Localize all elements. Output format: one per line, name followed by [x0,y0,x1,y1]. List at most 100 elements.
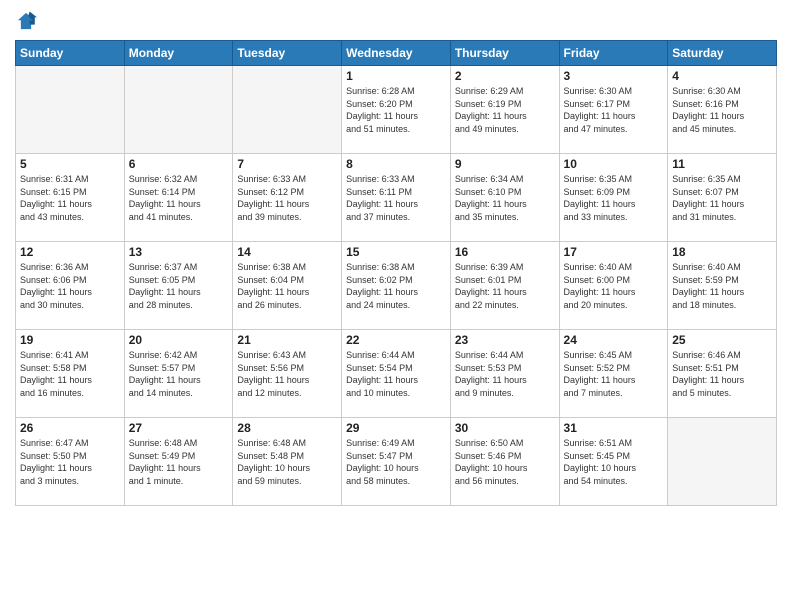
day-info: Sunrise: 6:37 AM Sunset: 6:05 PM Dayligh… [129,261,229,311]
day-number: 23 [455,333,555,347]
day-number: 3 [564,69,664,83]
day-info: Sunrise: 6:43 AM Sunset: 5:56 PM Dayligh… [237,349,337,399]
day-cell: 22 Sunrise: 6:44 AM Sunset: 5:54 PM Dayli… [342,330,451,418]
day-number: 28 [237,421,337,435]
day-cell: 31 Sunrise: 6:51 AM Sunset: 5:45 PM Dayli… [559,418,668,506]
day-number: 7 [237,157,337,171]
day-cell: 10 Sunrise: 6:35 AM Sunset: 6:09 PM Dayli… [559,154,668,242]
day-cell: 7 Sunrise: 6:33 AM Sunset: 6:12 PM Daylig… [233,154,342,242]
day-number: 31 [564,421,664,435]
day-info: Sunrise: 6:51 AM Sunset: 5:45 PM Dayligh… [564,437,664,487]
day-info: Sunrise: 6:50 AM Sunset: 5:46 PM Dayligh… [455,437,555,487]
logo [15,10,40,32]
day-cell [668,418,777,506]
day-cell: 18Sunrise: 6:40 AM Sunset: 5:59 PM Dayli… [668,242,777,330]
day-info: Sunrise: 6:38 AM Sunset: 6:02 PM Dayligh… [346,261,446,311]
week-row-5: 26 Sunrise: 6:47 AM Sunset: 5:50 PM Dayli… [16,418,777,506]
day-info: Sunrise: 6:49 AM Sunset: 5:47 PM Dayligh… [346,437,446,487]
header [15,10,777,32]
day-info: Sunrise: 6:48 AM Sunset: 5:48 PM Dayligh… [237,437,337,487]
week-row-3: 12 Sunrise: 6:36 AM Sunset: 6:06 PM Dayli… [16,242,777,330]
day-info: Sunrise: 6:40 AM Sunset: 5:59 PM Dayligh… [672,261,772,311]
day-cell: 17 Sunrise: 6:40 AM Sunset: 6:00 PM Dayli… [559,242,668,330]
day-info: Sunrise: 6:30 AM Sunset: 6:17 PM Dayligh… [564,85,664,135]
day-cell: 14Sunrise: 6:38 AM Sunset: 6:04 PM Dayli… [233,242,342,330]
day-cell: 27 Sunrise: 6:48 AM Sunset: 5:49 PM Dayli… [124,418,233,506]
day-number: 22 [346,333,446,347]
day-number: 26 [20,421,120,435]
day-number: 25 [672,333,772,347]
day-cell: 24Sunrise: 6:45 AM Sunset: 5:52 PM Dayli… [559,330,668,418]
day-info: Sunrise: 6:42 AM Sunset: 5:57 PM Dayligh… [129,349,229,399]
weekday-header-row: SundayMondayTuesdayWednesdayThursdayFrid… [16,41,777,66]
day-number: 9 [455,157,555,171]
day-cell: 19 Sunrise: 6:41 AM Sunset: 5:58 PM Dayli… [16,330,125,418]
page: SundayMondayTuesdayWednesdayThursdayFrid… [0,0,792,612]
day-number: 2 [455,69,555,83]
day-cell: 1 Sunrise: 6:28 AM Sunset: 6:20 PM Daylig… [342,66,451,154]
weekday-friday: Friday [559,41,668,66]
day-cell: 8 Sunrise: 6:33 AM Sunset: 6:11 PM Daylig… [342,154,451,242]
day-cell: 13 Sunrise: 6:37 AM Sunset: 6:05 PM Dayli… [124,242,233,330]
day-info: Sunrise: 6:39 AM Sunset: 6:01 PM Dayligh… [455,261,555,311]
weekday-sunday: Sunday [16,41,125,66]
day-info: Sunrise: 6:36 AM Sunset: 6:06 PM Dayligh… [20,261,120,311]
day-number: 8 [346,157,446,171]
day-number: 6 [129,157,229,171]
day-number: 27 [129,421,229,435]
day-info: Sunrise: 6:31 AM Sunset: 6:15 PM Dayligh… [20,173,120,223]
weekday-wednesday: Wednesday [342,41,451,66]
day-number: 24 [564,333,664,347]
day-number: 10 [564,157,664,171]
day-info: Sunrise: 6:44 AM Sunset: 5:54 PM Dayligh… [346,349,446,399]
day-cell: 25 Sunrise: 6:46 AM Sunset: 5:51 PM Dayli… [668,330,777,418]
day-info: Sunrise: 6:44 AM Sunset: 5:53 PM Dayligh… [455,349,555,399]
day-number: 15 [346,245,446,259]
day-cell: 20Sunrise: 6:42 AM Sunset: 5:57 PM Dayli… [124,330,233,418]
day-number: 30 [455,421,555,435]
day-cell: 5Sunrise: 6:31 AM Sunset: 6:15 PM Daylig… [16,154,125,242]
day-number: 13 [129,245,229,259]
day-number: 17 [564,245,664,259]
day-cell: 30 Sunrise: 6:50 AM Sunset: 5:46 PM Dayli… [450,418,559,506]
day-info: Sunrise: 6:28 AM Sunset: 6:20 PM Dayligh… [346,85,446,135]
day-number: 12 [20,245,120,259]
day-info: Sunrise: 6:41 AM Sunset: 5:58 PM Dayligh… [20,349,120,399]
day-number: 1 [346,69,446,83]
day-cell [16,66,125,154]
day-info: Sunrise: 6:35 AM Sunset: 6:09 PM Dayligh… [564,173,664,223]
day-cell [233,66,342,154]
day-cell: 9 Sunrise: 6:34 AM Sunset: 6:10 PM Daylig… [450,154,559,242]
day-cell: 3 Sunrise: 6:30 AM Sunset: 6:17 PM Daylig… [559,66,668,154]
day-cell: 21Sunrise: 6:43 AM Sunset: 5:56 PM Dayli… [233,330,342,418]
day-number: 11 [672,157,772,171]
day-cell: 28 Sunrise: 6:48 AM Sunset: 5:48 PM Dayli… [233,418,342,506]
day-cell: 15 Sunrise: 6:38 AM Sunset: 6:02 PM Dayli… [342,242,451,330]
day-number: 19 [20,333,120,347]
day-info: Sunrise: 6:33 AM Sunset: 6:11 PM Dayligh… [346,173,446,223]
day-cell: 26 Sunrise: 6:47 AM Sunset: 5:50 PM Dayli… [16,418,125,506]
day-cell: 12 Sunrise: 6:36 AM Sunset: 6:06 PM Dayli… [16,242,125,330]
weekday-monday: Monday [124,41,233,66]
day-info: Sunrise: 6:48 AM Sunset: 5:49 PM Dayligh… [129,437,229,487]
day-cell: 4 Sunrise: 6:30 AM Sunset: 6:16 PM Daylig… [668,66,777,154]
day-info: Sunrise: 6:40 AM Sunset: 6:00 PM Dayligh… [564,261,664,311]
day-cell: 2Sunrise: 6:29 AM Sunset: 6:19 PM Daylig… [450,66,559,154]
week-row-1: 1 Sunrise: 6:28 AM Sunset: 6:20 PM Daylig… [16,66,777,154]
weekday-tuesday: Tuesday [233,41,342,66]
day-info: Sunrise: 6:30 AM Sunset: 6:16 PM Dayligh… [672,85,772,135]
day-cell [124,66,233,154]
day-info: Sunrise: 6:35 AM Sunset: 6:07 PM Dayligh… [672,173,772,223]
calendar: SundayMondayTuesdayWednesdayThursdayFrid… [15,40,777,506]
day-cell: 16Sunrise: 6:39 AM Sunset: 6:01 PM Dayli… [450,242,559,330]
day-number: 4 [672,69,772,83]
day-info: Sunrise: 6:47 AM Sunset: 5:50 PM Dayligh… [20,437,120,487]
week-row-4: 19 Sunrise: 6:41 AM Sunset: 5:58 PM Dayli… [16,330,777,418]
weekday-thursday: Thursday [450,41,559,66]
day-cell: 29Sunrise: 6:49 AM Sunset: 5:47 PM Dayli… [342,418,451,506]
logo-icon [15,10,37,32]
day-info: Sunrise: 6:34 AM Sunset: 6:10 PM Dayligh… [455,173,555,223]
week-row-2: 5Sunrise: 6:31 AM Sunset: 6:15 PM Daylig… [16,154,777,242]
day-info: Sunrise: 6:46 AM Sunset: 5:51 PM Dayligh… [672,349,772,399]
day-info: Sunrise: 6:33 AM Sunset: 6:12 PM Dayligh… [237,173,337,223]
